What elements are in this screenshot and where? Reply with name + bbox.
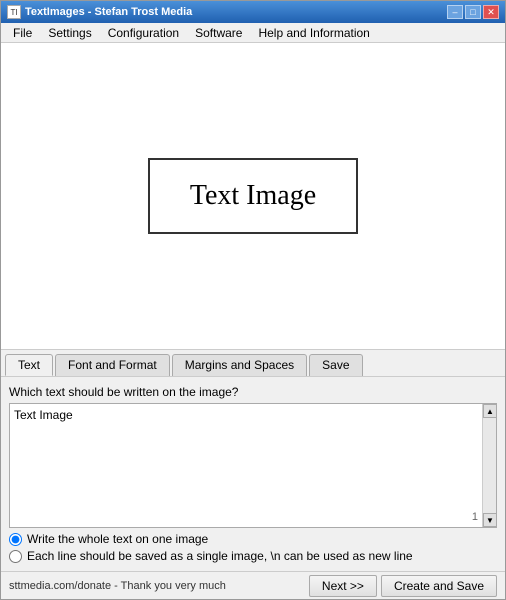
scrollbar: ▲ ▼ bbox=[482, 404, 496, 527]
textarea-wrapper: Text Image ▲ ▼ 1 bbox=[9, 403, 497, 528]
radio-whole-text[interactable]: Write the whole text on one image bbox=[9, 532, 497, 546]
menu-help[interactable]: Help and Information bbox=[250, 24, 377, 42]
tab-save[interactable]: Save bbox=[309, 354, 362, 376]
app-icon: TI bbox=[7, 5, 21, 19]
tab-margins[interactable]: Margins and Spaces bbox=[172, 354, 307, 376]
scroll-track bbox=[483, 418, 496, 513]
preview-text: Text Image bbox=[190, 180, 316, 212]
menu-bar: File Settings Configuration Software Hel… bbox=[1, 23, 505, 43]
radio-whole-text-label: Write the whole text on one image bbox=[27, 532, 208, 546]
status-buttons: Next >> Create and Save bbox=[309, 575, 497, 597]
maximize-button[interactable]: □ bbox=[465, 5, 481, 19]
tabs-area: Text Font and Format Margins and Spaces … bbox=[1, 350, 505, 377]
radio-each-line-input[interactable] bbox=[9, 550, 22, 563]
content-label: Which text should be written on the imag… bbox=[9, 385, 497, 399]
title-bar: TI TextImages - Stefan Trost Media – □ ✕ bbox=[1, 1, 505, 23]
create-save-button[interactable]: Create and Save bbox=[381, 575, 497, 597]
radio-each-line[interactable]: Each line should be saved as a single im… bbox=[9, 549, 497, 563]
preview-area: Text Image bbox=[1, 43, 505, 350]
minimize-button[interactable]: – bbox=[447, 5, 463, 19]
status-bar: sttmedia.com/donate - Thank you very muc… bbox=[1, 571, 505, 599]
scroll-down-button[interactable]: ▼ bbox=[483, 513, 497, 527]
title-bar-left: TI TextImages - Stefan Trost Media bbox=[7, 5, 192, 19]
text-input[interactable]: Text Image bbox=[10, 404, 482, 524]
main-window: TI TextImages - Stefan Trost Media – □ ✕… bbox=[0, 0, 506, 600]
window-title: TextImages - Stefan Trost Media bbox=[25, 6, 192, 18]
menu-settings[interactable]: Settings bbox=[40, 24, 99, 42]
next-button[interactable]: Next >> bbox=[309, 575, 377, 597]
scroll-up-button[interactable]: ▲ bbox=[483, 404, 497, 418]
menu-file[interactable]: File bbox=[5, 24, 40, 42]
menu-software[interactable]: Software bbox=[187, 24, 250, 42]
donate-text: sttmedia.com/donate - Thank you very muc… bbox=[9, 580, 226, 592]
tab-font-format[interactable]: Font and Format bbox=[55, 354, 170, 376]
radio-each-line-label: Each line should be saved as a single im… bbox=[27, 549, 413, 563]
preview-image-box: Text Image bbox=[148, 158, 358, 234]
char-count: 1 bbox=[472, 511, 478, 523]
content-area: Which text should be written on the imag… bbox=[1, 377, 505, 571]
tab-text[interactable]: Text bbox=[5, 354, 53, 376]
close-button[interactable]: ✕ bbox=[483, 5, 499, 19]
title-controls: – □ ✕ bbox=[447, 5, 499, 19]
radio-group: Write the whole text on one image Each l… bbox=[9, 532, 497, 563]
menu-configuration[interactable]: Configuration bbox=[100, 24, 187, 42]
radio-whole-text-input[interactable] bbox=[9, 533, 22, 546]
